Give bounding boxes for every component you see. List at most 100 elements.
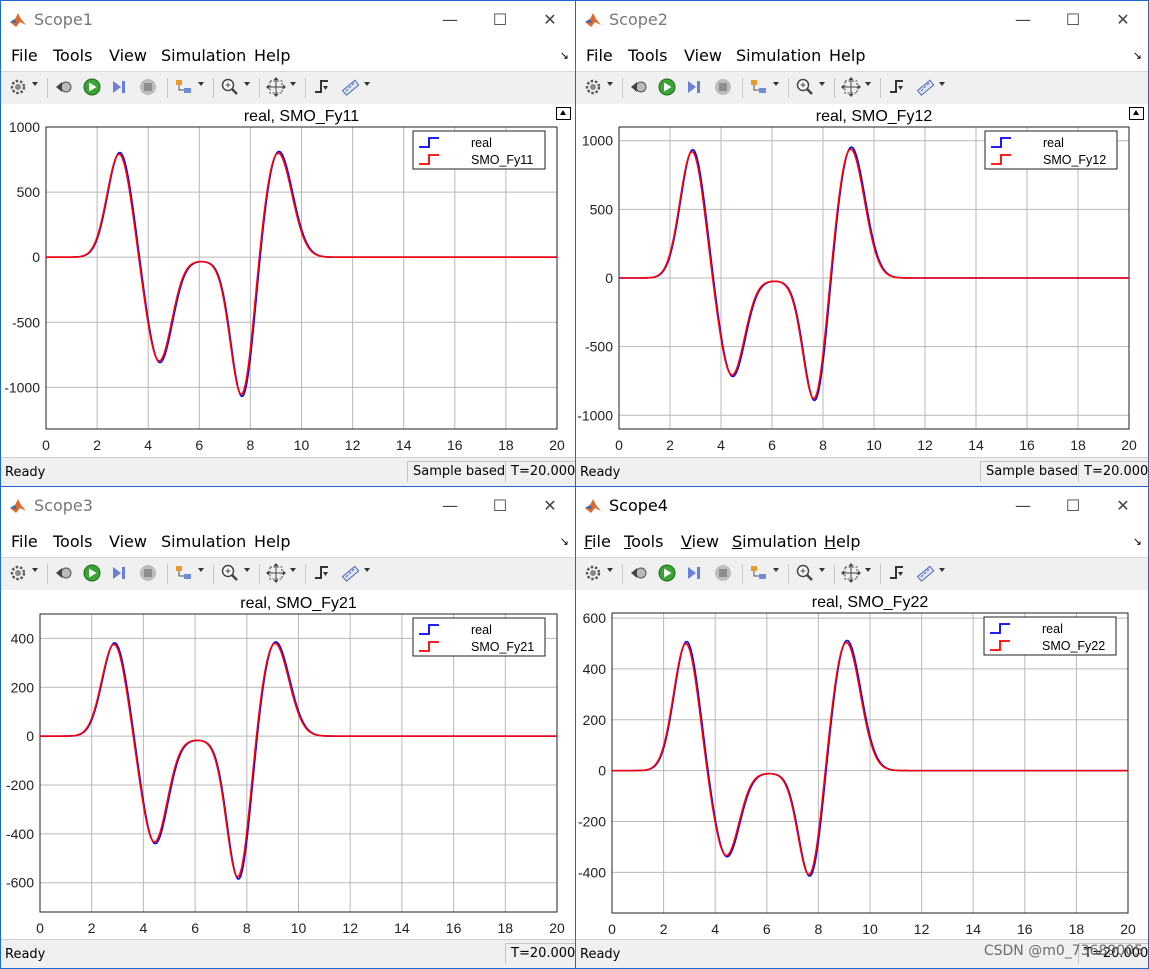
title-bar[interactable]: Scope2 — ☐ ✕ — [576, 1, 1148, 37]
dropdown-arrow-icon[interactable] — [773, 568, 779, 572]
menu-tools[interactable]: Tools — [628, 46, 667, 65]
close-icon[interactable]: ✕ — [1100, 493, 1146, 519]
step-back-icon[interactable] — [628, 562, 650, 584]
stop-icon[interactable] — [712, 562, 734, 584]
dropdown-arrow-icon[interactable] — [244, 568, 250, 572]
title-bar[interactable]: Scope4 — ☐ ✕ — [576, 487, 1148, 523]
dropdown-arrow-icon[interactable] — [290, 82, 296, 86]
dropdown-arrow-icon[interactable] — [939, 82, 945, 86]
measurements-icon[interactable] — [914, 76, 936, 98]
trigger-icon[interactable] — [886, 562, 908, 584]
minimize-icon[interactable]: — — [427, 7, 473, 33]
dropdown-arrow-icon[interactable] — [939, 568, 945, 572]
minimize-icon[interactable]: — — [1000, 7, 1046, 33]
autoscale-icon[interactable] — [840, 562, 862, 584]
menu-file[interactable]: File — [11, 46, 38, 65]
signal-tracing-icon[interactable] — [173, 76, 195, 98]
stop-icon[interactable] — [137, 76, 159, 98]
close-icon[interactable]: ✕ — [527, 493, 573, 519]
settings-icon[interactable] — [7, 562, 29, 584]
settings-icon[interactable] — [7, 76, 29, 98]
menu-help[interactable]: Help — [829, 46, 865, 65]
settings-icon[interactable] — [582, 76, 604, 98]
settings-icon[interactable] — [582, 562, 604, 584]
autoscale-icon[interactable] — [840, 76, 862, 98]
close-icon[interactable]: ✕ — [527, 7, 573, 33]
measurements-icon[interactable] — [914, 562, 936, 584]
dropdown-arrow-icon[interactable] — [364, 568, 370, 572]
run-icon[interactable] — [81, 562, 103, 584]
maximize-icon[interactable]: ☐ — [1050, 493, 1096, 519]
menu-view[interactable]: View — [109, 532, 147, 551]
plot-area[interactable]: real, SMO_Fy11 0 2 4 6 8 10 12 14 16 18 20 1000 500 0 -… — [1, 104, 575, 459]
dropdown-arrow-icon[interactable] — [364, 82, 370, 86]
minimize-icon[interactable]: — — [427, 493, 473, 519]
menu-simulation[interactable]: Simulation — [732, 532, 817, 551]
dropdown-arrow-icon[interactable] — [819, 568, 825, 572]
menu-tools[interactable]: Tools — [624, 532, 663, 551]
autoscale-icon[interactable] — [265, 562, 287, 584]
zoom-icon[interactable] — [219, 562, 241, 584]
zoom-icon[interactable] — [794, 562, 816, 584]
trigger-icon[interactable] — [886, 76, 908, 98]
dropdown-arrow-icon[interactable] — [607, 568, 613, 572]
step-forward-icon[interactable] — [109, 76, 131, 98]
plot-area[interactable]: real, SMO_Fy12 0 2 4 6 8 10 12 14 16 18 20 1000 500 0-… — [576, 104, 1148, 459]
plot-area[interactable]: real, SMO_Fy22 0 2 4 6 8 10 12 14 16 18 20 600 400 200… — [576, 590, 1148, 942]
run-icon[interactable] — [81, 76, 103, 98]
run-icon[interactable] — [656, 76, 678, 98]
trigger-icon[interactable] — [311, 76, 333, 98]
menu-view[interactable]: View — [109, 46, 147, 65]
dropdown-arrow-icon[interactable] — [290, 568, 296, 572]
menu-file[interactable]: File — [584, 532, 611, 551]
collapse-menu-icon[interactable]: ↘ — [560, 535, 569, 548]
menu-file[interactable]: File — [11, 532, 38, 551]
step-back-icon[interactable] — [628, 76, 650, 98]
title-bar[interactable]: Scope1 — ☐ ✕ — [1, 1, 575, 37]
step-forward-icon[interactable] — [684, 562, 706, 584]
close-icon[interactable]: ✕ — [1100, 7, 1146, 33]
signal-tracing-icon[interactable] — [748, 76, 770, 98]
dropdown-arrow-icon[interactable] — [198, 82, 204, 86]
collapse-menu-icon[interactable]: ↘ — [1133, 535, 1142, 548]
stop-icon[interactable] — [137, 562, 159, 584]
menu-help[interactable]: Help — [254, 46, 290, 65]
zoom-icon[interactable] — [219, 76, 241, 98]
stop-icon[interactable] — [712, 76, 734, 98]
step-forward-icon[interactable] — [684, 76, 706, 98]
dropdown-arrow-icon[interactable] — [32, 568, 38, 572]
menu-tools[interactable]: Tools — [53, 532, 92, 551]
run-icon[interactable] — [656, 562, 678, 584]
dropdown-arrow-icon[interactable] — [244, 82, 250, 86]
menu-tools[interactable]: Tools — [53, 46, 92, 65]
dropdown-arrow-icon[interactable] — [32, 82, 38, 86]
step-back-icon[interactable] — [53, 76, 75, 98]
menu-help[interactable]: Help — [824, 532, 860, 551]
dropdown-arrow-icon[interactable] — [607, 82, 613, 86]
menu-view[interactable]: View — [681, 532, 719, 551]
menu-help[interactable]: Help — [254, 532, 290, 551]
title-bar[interactable]: Scope3 — ☐ ✕ — [1, 487, 575, 523]
menu-simulation[interactable]: Simulation — [161, 532, 246, 551]
menu-simulation[interactable]: Simulation — [161, 46, 246, 65]
plot-area[interactable]: real, SMO_Fy21 0 2 4 6 8 10 12 14 16 18 20 400 200 0 -2… — [1, 590, 575, 942]
dropdown-arrow-icon[interactable] — [198, 568, 204, 572]
measurements-icon[interactable] — [339, 76, 361, 98]
step-back-icon[interactable] — [53, 562, 75, 584]
autoscale-icon[interactable] — [265, 76, 287, 98]
signal-tracing-icon[interactable] — [173, 562, 195, 584]
trigger-icon[interactable] — [311, 562, 333, 584]
measurements-icon[interactable] — [339, 562, 361, 584]
dropdown-arrow-icon[interactable] — [865, 82, 871, 86]
collapse-menu-icon[interactable]: ↘ — [1133, 49, 1142, 62]
maximize-icon[interactable]: ☐ — [477, 7, 523, 33]
maximize-icon[interactable]: ☐ — [477, 493, 523, 519]
step-forward-icon[interactable] — [109, 562, 131, 584]
minimize-icon[interactable]: — — [1000, 493, 1046, 519]
dropdown-arrow-icon[interactable] — [773, 82, 779, 86]
dropdown-arrow-icon[interactable] — [819, 82, 825, 86]
menu-file[interactable]: File — [586, 46, 613, 65]
menu-simulation[interactable]: Simulation — [736, 46, 821, 65]
menu-view[interactable]: View — [684, 46, 722, 65]
zoom-icon[interactable] — [794, 76, 816, 98]
